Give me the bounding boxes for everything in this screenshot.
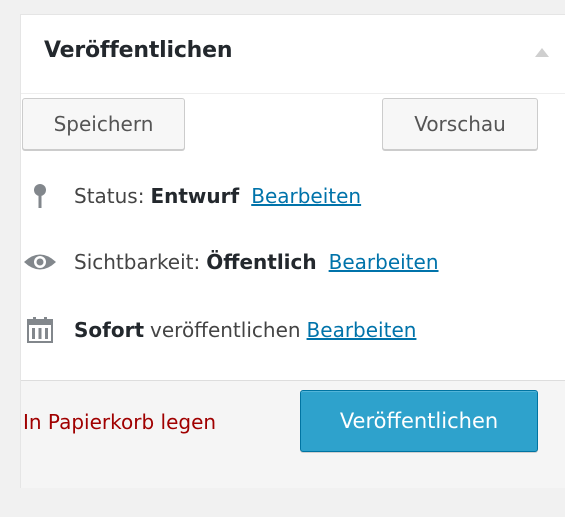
collapse-arrow-icon[interactable] [535,48,549,57]
eye-icon [22,248,58,276]
visibility-value: Öffentlich [206,250,317,274]
status-label: Status: [74,184,145,208]
status-value: Entwurf [150,184,240,208]
publish-button[interactable]: Veröffentlichen [300,390,538,452]
schedule-label: veröffentlichen [150,318,301,342]
schedule-row: Sofort veröffentlichen Bearbeiten [22,316,416,344]
edit-schedule-link[interactable]: Bearbeiten [307,318,417,342]
publish-box-header[interactable]: Veröffentlichen [21,15,565,94]
pin-icon [22,182,58,210]
schedule-value: Sofort [74,318,145,342]
publish-box-title: Veröffentlichen [44,38,233,63]
save-draft-button[interactable]: Speichern [22,98,185,150]
visibility-label: Sichtbarkeit: [74,250,201,274]
edit-status-link[interactable]: Bearbeiten [251,184,361,208]
preview-button[interactable]: Vorschau [382,98,538,150]
status-row: Status: Entwurf Bearbeiten [22,182,361,210]
move-to-trash-link[interactable]: In Papierkorb legen [23,410,216,434]
edit-visibility-link[interactable]: Bearbeiten [329,250,439,274]
visibility-row: Sichtbarkeit: Öffentlich Bearbeiten [22,248,439,276]
calendar-icon [22,316,58,344]
